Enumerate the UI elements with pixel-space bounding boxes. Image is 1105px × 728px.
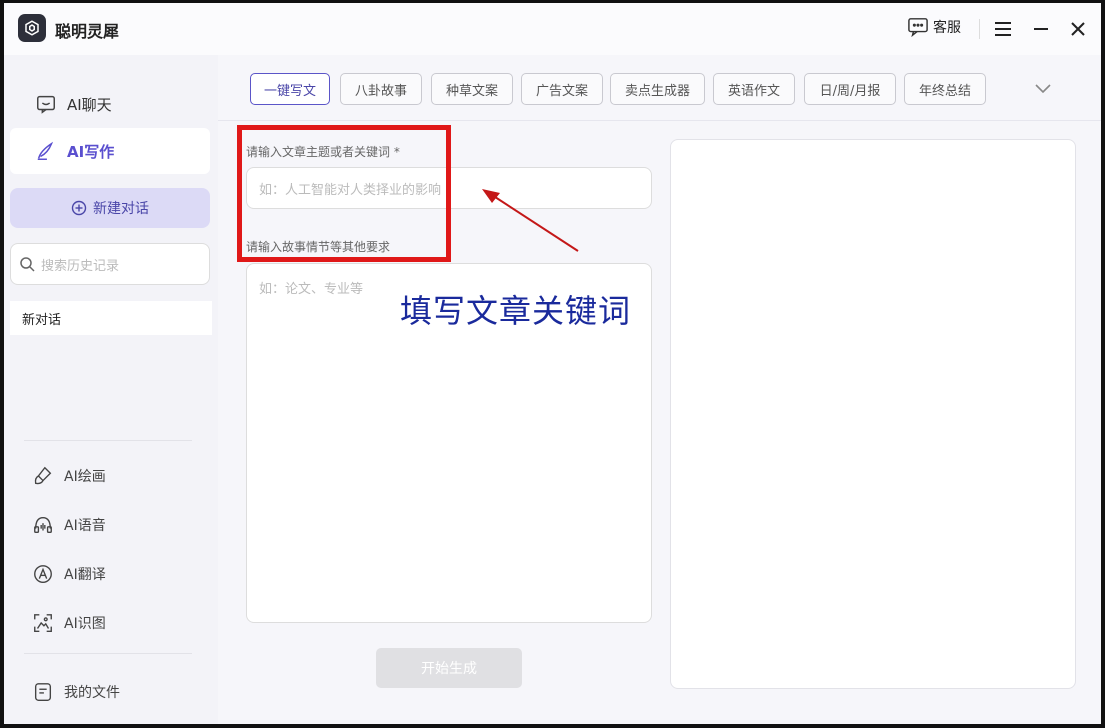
history-item-label: 新对话 [22,312,62,328]
chat-bubble-icon [908,18,928,37]
tab-one-click-write[interactable]: 一键写文 [250,73,330,105]
tab-label: 广告文案 [535,83,588,99]
tool-ai-translate[interactable]: AI翻译 [32,561,106,587]
tool-ai-image-recognition[interactable]: AI识图 [32,610,106,636]
nav-ai-chat[interactable]: AI聊天 [10,81,210,127]
generate-label: 开始生成 [421,661,477,677]
generate-button[interactable]: 开始生成 [376,648,522,688]
pen-icon [37,141,54,160]
history-search-input[interactable]: 搜索历史记录 [10,243,210,285]
tab-label: 年终总结 [918,83,971,99]
history-search-placeholder: 搜索历史记录 [41,258,120,274]
chevron-down-icon[interactable] [1034,81,1052,95]
title-bar: 聪明灵犀 客服 [4,3,1101,55]
tab-label: 卖点生成器 [624,83,690,99]
tab-label: 一键写文 [263,83,316,99]
tool-ai-drawing[interactable]: AI绘画 [32,463,106,489]
tool-ai-voice[interactable]: AI语音 [32,512,106,538]
my-files-label: 我的文件 [64,685,120,701]
tool-ai-drawing-label: AI绘画 [64,469,106,485]
my-files-button[interactable]: 我的文件 [32,679,120,705]
minimize-icon [1034,28,1048,30]
image-recognize-icon [34,614,52,632]
tab-english-essay[interactable]: 英语作文 [713,73,795,105]
annotation-text: 填写文章关键词 [400,292,632,330]
nav-ai-writing[interactable]: AI写作 [10,128,210,174]
tab-ad-copy[interactable]: 广告文案 [521,73,603,105]
tab-daily-weekly-report[interactable]: 日/周/月报 [804,73,896,105]
search-icon [20,257,35,272]
app-title: 聪明灵犀 [55,22,120,41]
output-panel [670,139,1076,689]
tab-gossip-story[interactable]: 八卦故事 [340,73,422,105]
plus-circle-icon [71,200,87,216]
app-logo-icon [18,14,46,42]
sidebar-divider [24,440,192,441]
tab-seeding-copy[interactable]: 种草文案 [431,73,513,105]
tab-label: 日/周/月报 [819,83,881,99]
close-button[interactable] [1066,17,1090,41]
tab-label: 八卦故事 [354,83,407,99]
app-window: 聪明灵犀 客服 AI聊天 AI写作 新建对话 搜索历史记录 新对话 AI绘画 A… [4,3,1101,724]
tab-annual-summary[interactable]: 年终总结 [904,73,986,105]
tool-ai-image-recognition-label: AI识图 [64,616,106,632]
close-icon [1071,22,1085,36]
customer-service-button[interactable]: 客服 [907,17,961,37]
file-icon [34,683,52,701]
translate-icon [34,565,52,583]
customer-service-label: 客服 [933,20,961,36]
annotation-arrow-icon [482,189,579,252]
history-item[interactable]: 新对话 [10,301,212,335]
annotation-highlight-box [237,125,451,262]
sidebar-divider-bottom [24,653,192,654]
brush-icon [34,466,52,485]
chat-icon [37,95,55,114]
nav-ai-writing-label: AI写作 [67,142,115,161]
menu-button[interactable] [991,17,1015,41]
detail-placeholder: 如：论文、专业等 [259,282,364,297]
minimize-button[interactable] [1029,17,1053,41]
tab-label: 英语作文 [727,83,780,99]
template-tabs: 一键写文 八卦故事 种草文案 广告文案 卖点生成器 英语作文 日/周/月报 年终… [218,55,1101,121]
tab-selling-point-generator[interactable]: 卖点生成器 [610,73,705,105]
voice-icon [34,516,52,534]
tab-label: 种草文案 [445,83,498,99]
tool-ai-voice-label: AI语音 [64,518,106,534]
tool-ai-translate-label: AI翻译 [64,567,106,583]
titlebar-divider [979,19,980,39]
nav-ai-chat-label: AI聊天 [67,95,112,114]
hamburger-icon [995,22,1011,36]
sidebar: AI聊天 AI写作 新建对话 搜索历史记录 新对话 AI绘画 AI语音 AI翻译… [4,55,218,724]
new-chat-button[interactable]: 新建对话 [10,188,210,228]
new-chat-label: 新建对话 [93,201,149,217]
